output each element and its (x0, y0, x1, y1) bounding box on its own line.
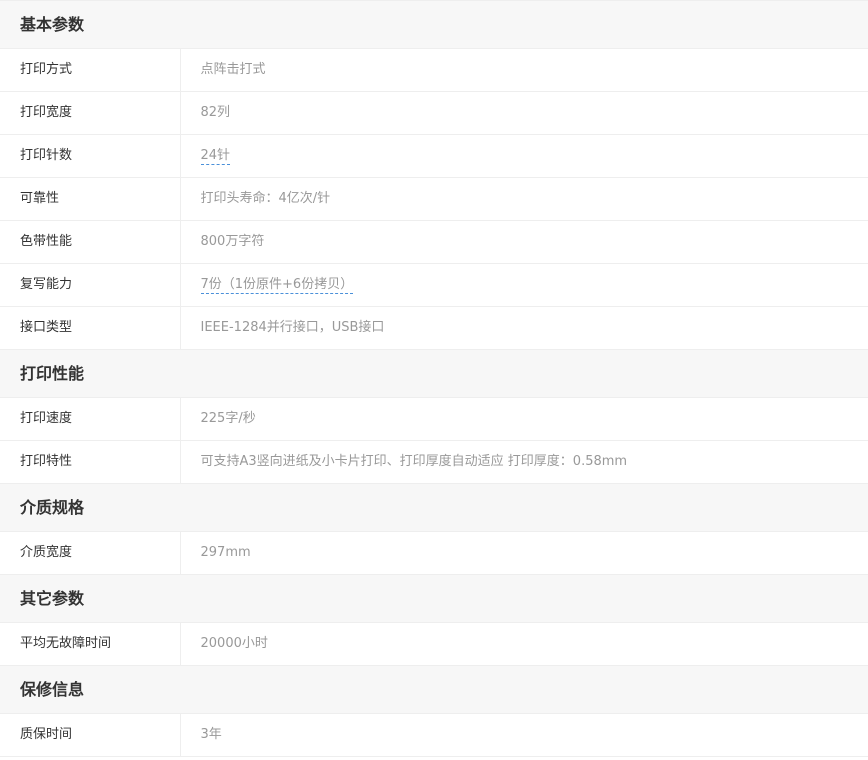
spec-row: 可靠性 打印头寿命：4亿次/针 (0, 177, 868, 221)
spec-value-tooltip-link[interactable]: 7份（1份原件+6份拷贝） (200, 277, 354, 294)
spec-row: 打印方式 点阵击打式 (0, 48, 868, 92)
spec-label: 接口类型 (0, 306, 181, 350)
section-title: 介质规格 (20, 498, 85, 517)
section-header-media: 介质规格 (0, 483, 868, 532)
spec-label: 质保时间 (0, 713, 181, 756)
spec-row: 打印宽度 82列 (0, 91, 868, 135)
spec-row: 接口类型 IEEE-1284并行接口，USB接口 (0, 306, 868, 350)
section-header-other: 其它参数 (0, 574, 868, 623)
spec-value: 3年 (200, 727, 222, 742)
section-header-performance: 打印性能 (0, 349, 868, 398)
spec-value: 可支持A3竖向进纸及小卡片打印、打印厚度自动适应 打印厚度：0.58mm (200, 454, 628, 469)
spec-label: 色带性能 (0, 220, 181, 264)
spec-table: 基本参数 打印方式 点阵击打式 打印宽度 82列 打印针数 24针 可靠性 打印… (0, 0, 868, 756)
spec-value: 297mm (200, 545, 251, 560)
spec-label: 打印宽度 (0, 91, 181, 135)
section-title: 基本参数 (20, 15, 85, 34)
spec-value: 225字/秒 (200, 411, 256, 426)
spec-label: 打印方式 (0, 48, 181, 92)
spec-label: 平均无故障时间 (0, 622, 181, 666)
spec-row: 打印速度 225字/秒 (0, 397, 868, 441)
spec-row: 质保时间 3年 (0, 713, 868, 756)
spec-label: 介质宽度 (0, 531, 181, 575)
section-header-basic: 基本参数 (0, 0, 868, 49)
section-header-warranty: 保修信息 (0, 665, 868, 714)
spec-value: 20000小时 (200, 636, 268, 651)
spec-row: 打印针数 24针 (0, 134, 868, 178)
spec-value: 800万字符 (200, 234, 265, 249)
spec-value: 82列 (200, 105, 231, 120)
section-title: 保修信息 (20, 680, 85, 699)
spec-row: 平均无故障时间 20000小时 (0, 622, 868, 666)
spec-row: 打印特性 可支持A3竖向进纸及小卡片打印、打印厚度自动适应 打印厚度：0.58m… (0, 440, 868, 484)
spec-row: 介质宽度 297mm (0, 531, 868, 575)
spec-label: 打印速度 (0, 397, 181, 441)
spec-value: 点阵击打式 (200, 62, 266, 77)
spec-label: 打印特性 (0, 440, 181, 484)
section-title: 打印性能 (20, 364, 85, 383)
spec-value: IEEE-1284并行接口，USB接口 (200, 320, 385, 335)
spec-value-cell: 24针 (180, 135, 868, 178)
section-title: 其它参数 (20, 589, 85, 608)
spec-value-cell: 7份（1份原件+6份拷贝） (180, 264, 868, 307)
spec-value: 打印头寿命：4亿次/针 (200, 191, 331, 206)
spec-label: 复写能力 (0, 263, 181, 307)
spec-row: 复写能力 7份（1份原件+6份拷贝） (0, 263, 868, 307)
spec-value-tooltip-link[interactable]: 24针 (200, 148, 231, 165)
spec-label: 打印针数 (0, 134, 181, 178)
spec-row: 色带性能 800万字符 (0, 220, 868, 264)
table-bottom-divider (0, 756, 868, 757)
spec-label: 可靠性 (0, 177, 181, 221)
